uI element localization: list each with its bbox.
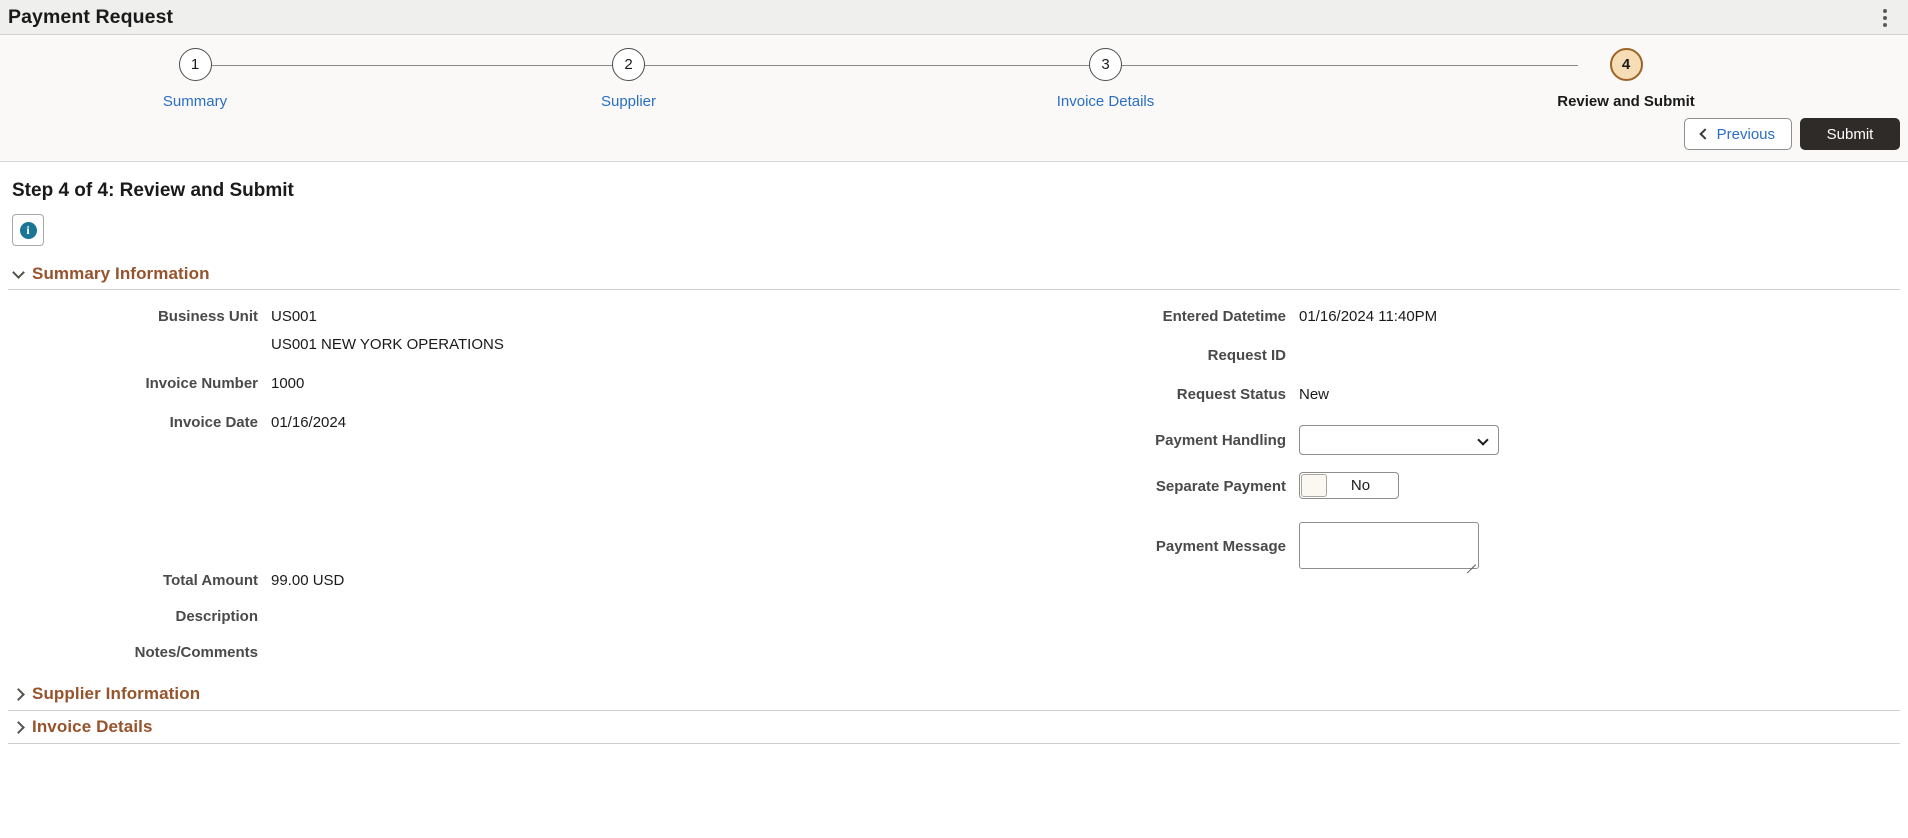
info-icon: i xyxy=(19,221,37,239)
step-label-review-and-submit: Review and Submit xyxy=(1557,93,1695,110)
field-total-amount: Total Amount 99.00 USD xyxy=(8,571,908,589)
left-column-spacer xyxy=(8,442,908,562)
summary-information-fields: Business Unit US001 US001 NEW YORK OPERA… xyxy=(8,290,1900,672)
chevron-down-icon xyxy=(1477,434,1489,446)
kebab-dot xyxy=(1883,8,1887,13)
field-label: Business Unit xyxy=(157,308,258,325)
field-label: Notes/Comments xyxy=(134,644,258,661)
field-business-unit: Business Unit US001 xyxy=(8,307,908,325)
step-item-2[interactable]: 2 Supplier xyxy=(390,48,867,110)
step-circle-2[interactable]: 2 xyxy=(612,48,645,81)
field-description: Description xyxy=(8,607,908,625)
page-content: Step 4 of 4: Review and Submit i Summary… xyxy=(0,180,1908,744)
collapsed-sections: Supplier Information Invoice Details xyxy=(8,678,1900,744)
field-label: Invoice Date xyxy=(169,414,258,431)
field-entered-datetime: Entered Datetime 01/16/2024 11:40PM xyxy=(908,307,1900,325)
summary-information-title: Summary Information xyxy=(32,264,210,283)
step-label-invoice-details[interactable]: Invoice Details xyxy=(1057,93,1155,110)
field-value: 01/16/2024 xyxy=(271,414,347,431)
field-business-unit-description: US001 NEW YORK OPERATIONS xyxy=(271,336,504,353)
supplier-information-section-header[interactable]: Supplier Information xyxy=(8,678,1900,711)
field-value xyxy=(258,643,271,644)
step-item-4[interactable]: 4 Review and Submit xyxy=(1344,48,1908,110)
page-title: Payment Request xyxy=(8,5,174,28)
field-invoice-date: Invoice Date 01/16/2024 xyxy=(8,413,908,431)
summary-right-column: Entered Datetime 01/16/2024 11:40PM Requ… xyxy=(908,307,1900,672)
field-label: Total Amount xyxy=(163,572,258,589)
field-value xyxy=(1286,346,1299,347)
kebab-dot xyxy=(1883,15,1887,20)
step-number: 2 xyxy=(624,56,633,73)
payment-handling-select[interactable] xyxy=(1299,425,1499,455)
chevron-right-icon xyxy=(12,720,25,734)
step-number: 4 xyxy=(1621,56,1631,73)
submit-button[interactable]: Submit xyxy=(1800,118,1900,150)
step-circle-3[interactable]: 3 xyxy=(1089,48,1122,81)
step-heading: Step 4 of 4: Review and Submit xyxy=(12,180,294,201)
field-value: 01/16/2024 11:40PM xyxy=(1299,308,1438,325)
field-request-status: Request Status New xyxy=(908,385,1900,403)
field-value: 99.00 USD xyxy=(271,572,345,589)
step-item-1[interactable]: 1 Summary xyxy=(0,48,390,110)
invoice-details-section-header[interactable]: Invoice Details xyxy=(8,711,1900,744)
field-value: New xyxy=(1299,386,1330,403)
chevron-down-icon xyxy=(12,265,25,279)
toggle-knob xyxy=(1301,474,1327,497)
field-payment-handling: Payment Handling xyxy=(908,425,1900,455)
field-label: Request ID xyxy=(1207,347,1286,364)
separate-payment-toggle[interactable]: No xyxy=(1299,472,1399,499)
field-separate-payment: Separate Payment No xyxy=(908,472,1900,499)
step-progress-bar: 1 Summary 2 Supplier 3 Invoice Details 4… xyxy=(0,35,1908,118)
field-notes-comments: Notes/Comments xyxy=(8,643,908,661)
resize-handle-icon[interactable] xyxy=(1465,555,1476,574)
step-circle-4[interactable]: 4 xyxy=(1609,48,1643,81)
field-invoice-number: Invoice Number 1000 xyxy=(8,374,908,392)
field-label: Payment Handling xyxy=(1155,432,1286,449)
previous-button-label: Previous xyxy=(1716,125,1775,143)
kebab-dot xyxy=(1883,22,1887,27)
field-value xyxy=(258,607,271,608)
step-label-supplier[interactable]: Supplier xyxy=(601,93,656,110)
action-bar: Previous Submit xyxy=(0,118,1908,161)
field-value: 1000 xyxy=(271,375,305,392)
step-number: 1 xyxy=(190,56,200,73)
field-payment-message: Payment Message xyxy=(908,522,1900,574)
field-value: US001 xyxy=(271,308,317,325)
field-label: Separate Payment xyxy=(1155,477,1286,495)
kebab-menu-icon[interactable] xyxy=(1868,0,1902,35)
chevron-right-icon xyxy=(12,687,25,701)
invoice-details-title: Invoice Details xyxy=(32,717,153,736)
toggle-value: No xyxy=(1350,477,1371,494)
supplier-information-title: Supplier Information xyxy=(32,684,201,703)
payment-message-textarea[interactable] xyxy=(1299,522,1479,574)
field-label: Entered Datetime xyxy=(1162,308,1286,325)
field-label: Payment Message xyxy=(1155,537,1286,555)
app-header: Payment Request xyxy=(0,0,1908,35)
summary-left-column: Business Unit US001 US001 NEW YORK OPERA… xyxy=(8,307,908,672)
field-label: Description xyxy=(175,608,258,625)
field-request-id: Request ID xyxy=(908,346,1900,364)
step-label-summary[interactable]: Summary xyxy=(163,93,227,110)
summary-information-section-header[interactable]: Summary Information xyxy=(8,264,1900,290)
field-label: Invoice Number xyxy=(145,375,258,392)
step-item-3[interactable]: 3 Invoice Details xyxy=(867,48,1344,110)
info-button[interactable]: i xyxy=(12,214,44,246)
previous-button[interactable]: Previous xyxy=(1683,118,1792,150)
field-label: Request Status xyxy=(1176,386,1286,403)
chevron-left-icon xyxy=(1698,128,1711,140)
stepper-band: 1 Summary 2 Supplier 3 Invoice Details 4… xyxy=(0,35,1908,162)
step-number: 3 xyxy=(1101,56,1110,73)
step-circle-1[interactable]: 1 xyxy=(178,48,212,81)
submit-button-label: Submit xyxy=(1826,125,1874,143)
